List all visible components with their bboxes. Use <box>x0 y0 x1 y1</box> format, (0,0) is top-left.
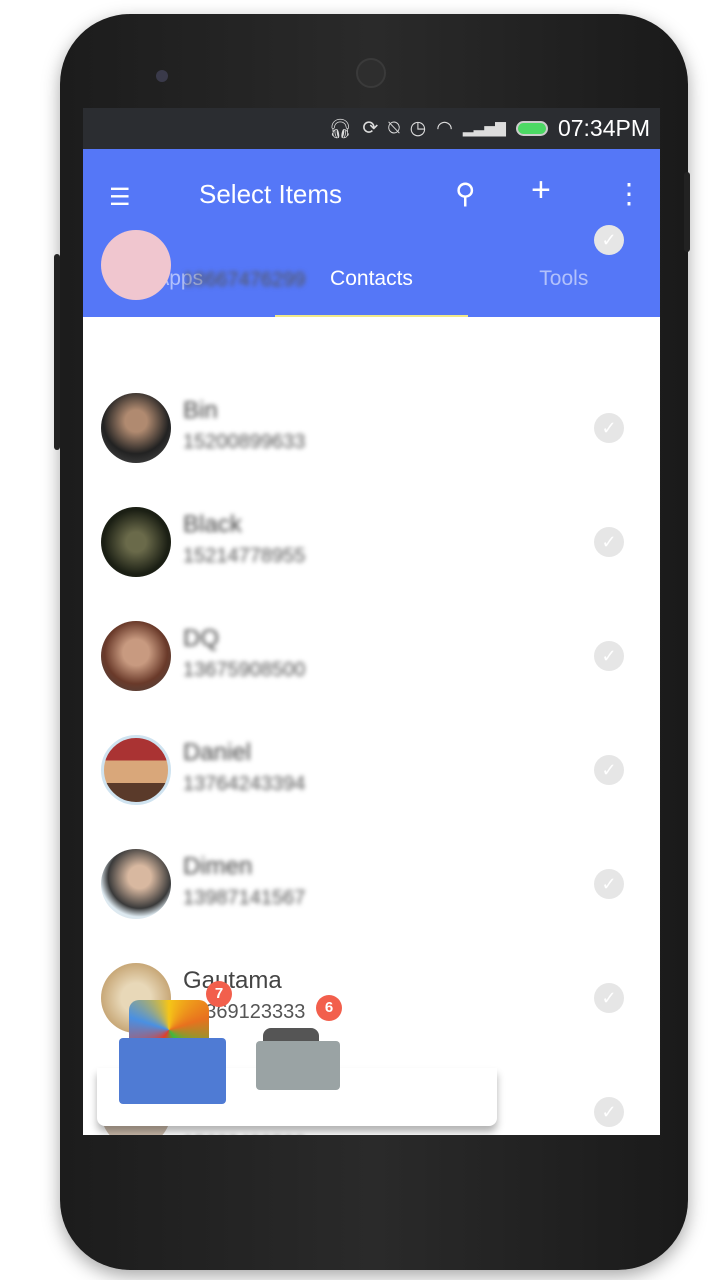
contact-number: 13987141567 <box>183 887 306 909</box>
contact-number: 15200899633 <box>183 431 306 453</box>
status-time: 07:34PM <box>557 115 650 141</box>
speaker-grille <box>356 58 386 88</box>
status-bar: 🎧︎ ⟳ ⍉ ◷ ◠ ▂▃▅▇ 07:34PM <box>83 108 660 149</box>
contact-number: 15214778955 <box>183 545 306 567</box>
alarm-icon: ◷ <box>409 118 427 139</box>
contact-number: 13675908500 <box>183 659 306 681</box>
avatar <box>101 393 171 463</box>
more-icon[interactable]: ⋮ <box>615 177 643 210</box>
avatar <box>101 849 171 919</box>
page-title: Select Items <box>199 179 343 209</box>
contact-name: Gautama <box>183 967 282 994</box>
front-camera-icon <box>156 70 168 82</box>
vibrate-off-icon: ⍉ <box>388 117 400 139</box>
contact-name: Bin <box>183 397 218 424</box>
power-button <box>684 172 690 252</box>
contact-number: 15689499588 <box>183 1133 305 1135</box>
check-icon[interactable]: ✓ <box>594 1097 624 1127</box>
list-item[interactable]: DQ 13675908500 ✓ <box>83 621 660 735</box>
contact-number: 18667476299 <box>183 269 306 291</box>
check-icon[interactable]: ✓ <box>594 983 624 1013</box>
headphones-icon: 🎧︎ <box>328 118 353 140</box>
check-icon[interactable]: ✓ <box>594 225 624 255</box>
search-icon[interactable]: ⚲ <box>455 177 476 210</box>
contact-name: Dimen <box>183 853 253 880</box>
folder-badge: 6 <box>316 995 342 1021</box>
add-icon[interactable]: + <box>531 171 551 210</box>
check-icon[interactable]: ✓ <box>594 755 624 785</box>
contact-name: Black <box>183 511 242 538</box>
contact-name: DQ <box>183 625 219 652</box>
avatar <box>101 230 171 300</box>
list-item[interactable]: 18667476299 ✓ <box>83 225 660 346</box>
avatar <box>101 735 171 805</box>
check-icon[interactable]: ✓ <box>594 527 624 557</box>
screen: 🎧︎ ⟳ ⍉ ◷ ◠ ▂▃▅▇ 07:34PM ☰ Select Items ⚲… <box>83 108 660 1135</box>
contact-name: Daniel <box>183 739 252 766</box>
avatar <box>101 507 171 577</box>
folder-badge: 7 <box>206 981 232 1007</box>
check-icon[interactable]: ✓ <box>594 869 624 899</box>
contact-number: 13764243394 <box>183 773 306 795</box>
list-item[interactable]: Daniel 13764243394 ✓ <box>83 735 660 849</box>
wifi-icon: ◠ <box>436 118 453 139</box>
check-icon[interactable]: ✓ <box>594 641 624 671</box>
sync-icon: ⟳ <box>362 118 379 139</box>
list-item[interactable]: Bin 15200899633 ✓ <box>83 393 660 507</box>
folder-icon <box>119 1038 226 1104</box>
check-icon[interactable]: ✓ <box>594 413 624 443</box>
volume-button <box>54 254 60 450</box>
list-item[interactable]: Black 15214778955 ✓ <box>83 507 660 621</box>
list-item[interactable]: Dimen 13987141567 ✓ <box>83 849 660 963</box>
signal-icon: ▂▃▅▇ <box>462 120 506 136</box>
battery-icon <box>515 121 548 136</box>
folder-icon <box>256 1041 340 1090</box>
menu-icon[interactable]: ☰ <box>109 183 131 212</box>
avatar <box>101 621 171 691</box>
